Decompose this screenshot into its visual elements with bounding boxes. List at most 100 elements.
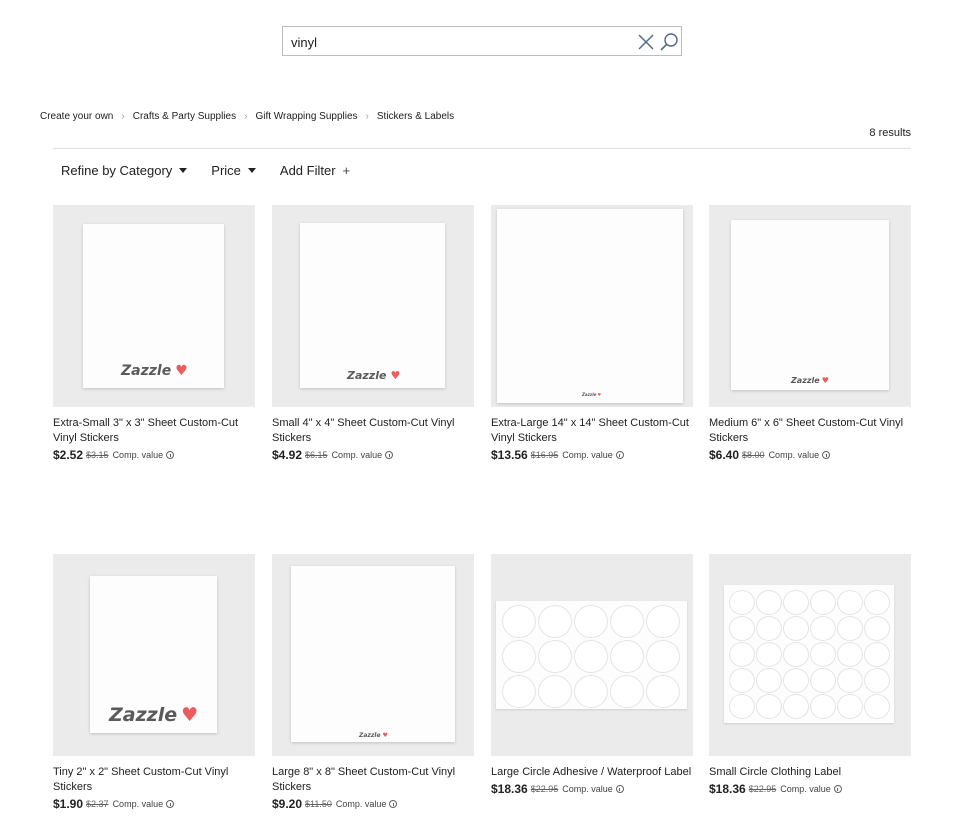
original-price: $2.37 [86, 799, 109, 809]
product-card[interactable]: Zazzle ♥ Medium 6" x 6" Sheet Custom-Cut … [709, 205, 911, 462]
circle-labels [502, 605, 680, 708]
info-icon[interactable] [385, 451, 394, 459]
original-price: $11.50 [305, 799, 332, 809]
product-card[interactable]: Large Circle Adhesive / Waterproof Label… [491, 554, 693, 796]
product-title[interactable]: Extra-Small 3" x 3" Sheet Custom-Cut Vin… [53, 416, 255, 446]
price-line: $2.52 $3.15 Comp. value [53, 448, 255, 462]
circle-label [837, 642, 863, 667]
product-card[interactable]: Small Circle Clothing Label $18.36 $22.9… [709, 554, 911, 796]
circle-labels [729, 590, 890, 719]
zazzle-logo: Zazzle ♥ [121, 363, 188, 379]
product-image[interactable]: Zazzle ♥ [272, 554, 474, 756]
circle-label [756, 616, 782, 641]
circle-label [729, 642, 755, 667]
heart-icon: ♥ [382, 732, 388, 739]
product-card[interactable]: Zazzle ♥ Extra-Large 14" x 14" Sheet Cust… [491, 205, 693, 462]
product-image[interactable]: Zazzle ♥ [53, 554, 255, 756]
circle-label [783, 590, 809, 615]
comp-value-label: Comp. value [335, 799, 387, 809]
circle-label [646, 605, 680, 638]
circle-label [610, 675, 644, 708]
label-sheet [496, 601, 687, 709]
caret-down-icon [247, 168, 256, 173]
info-icon[interactable] [389, 800, 398, 808]
circle-label [610, 640, 644, 673]
circle-label [864, 590, 890, 615]
info-icon[interactable] [833, 785, 842, 793]
product-image[interactable] [709, 554, 911, 756]
zazzle-logo: Zazzle ♥ [791, 376, 829, 385]
product-image[interactable]: Zazzle ♥ [272, 205, 474, 407]
product-card[interactable]: Zazzle ♥ Large 8" x 8" Sheet Custom-Cut V… [272, 554, 474, 811]
product-card[interactable]: Zazzle ♥ Tiny 2" x 2" Sheet Custom-Cut Vi… [53, 554, 255, 811]
circle-label [729, 616, 755, 641]
comp-value-label: Comp. value [331, 450, 383, 460]
product-image[interactable]: Zazzle ♥ [491, 205, 693, 407]
info-icon[interactable] [166, 451, 175, 459]
breadcrumb-stickers-labels[interactable]: Stickers & Labels [377, 111, 454, 122]
breadcrumb-gift-wrapping-supplies[interactable]: Gift Wrapping Supplies [255, 111, 357, 122]
search-input[interactable] [291, 32, 621, 52]
info-icon[interactable] [615, 451, 624, 459]
circle-label [574, 640, 608, 673]
result-count: 8 results [869, 127, 911, 139]
circle-label [810, 590, 836, 615]
comp-value-label: Comp. value [768, 450, 820, 460]
info-icon[interactable] [822, 451, 831, 459]
filter-label: Refine by Category [61, 163, 173, 178]
circle-label [756, 642, 782, 667]
price-filter[interactable]: Price [211, 163, 256, 178]
product-card[interactable]: Zazzle ♥ Small 4" x 4" Sheet Custom-Cut V… [272, 205, 474, 462]
add-filter-button[interactable]: Add Filter + [280, 163, 350, 178]
chevron-right-icon: › [365, 111, 369, 122]
filter-label: Add Filter [279, 163, 336, 178]
product-title[interactable]: Tiny 2" x 2" Sheet Custom-Cut Vinyl Stic… [53, 765, 255, 795]
product-card[interactable]: Zazzle ♥ Extra-Small 3" x 3" Sheet Custom… [53, 205, 255, 462]
comp-value-label: Comp. value [112, 450, 164, 460]
filter-bar: Refine by Category Price Add Filter + [61, 163, 374, 178]
circle-label [502, 640, 536, 673]
product-title[interactable]: Large Circle Adhesive / Waterproof Label [491, 765, 693, 780]
product-title[interactable]: Small Circle Clothing Label [709, 765, 911, 780]
zazzle-logo: Zazzle ♥ [109, 704, 199, 726]
search-button[interactable] [658, 31, 680, 53]
price-line: $13.56 $16.95 Comp. value [491, 448, 693, 462]
circle-label [810, 694, 836, 719]
circle-label [864, 694, 890, 719]
circle-label [810, 642, 836, 667]
product-price: $18.36 [709, 782, 746, 796]
product-title[interactable]: Small 4" x 4" Sheet Custom-Cut Vinyl Sti… [272, 416, 474, 446]
circle-label [864, 668, 890, 693]
product-title[interactable]: Large 8" x 8" Sheet Custom-Cut Vinyl Sti… [272, 765, 474, 795]
circle-label [756, 668, 782, 693]
product-title[interactable]: Medium 6" x 6" Sheet Custom-Cut Vinyl St… [709, 416, 911, 446]
breadcrumb-crafts-party-supplies[interactable]: Crafts & Party Supplies [133, 111, 236, 122]
product-title[interactable]: Extra-Large 14" x 14" Sheet Custom-Cut V… [491, 416, 693, 446]
product-image[interactable] [491, 554, 693, 756]
original-price: $8.00 [742, 450, 765, 460]
circle-label [783, 642, 809, 667]
circle-label [646, 640, 680, 673]
circle-label [502, 605, 536, 638]
clear-search-button[interactable] [635, 31, 657, 53]
info-icon[interactable] [166, 800, 175, 808]
circle-label [538, 640, 572, 673]
circle-label [783, 616, 809, 641]
zazzle-logo: Zazzle ♥ [359, 732, 388, 739]
product-price: $6.40 [709, 448, 740, 462]
heart-icon: ♥ [181, 704, 199, 726]
refine-by-category-filter[interactable]: Refine by Category [61, 163, 188, 178]
product-image[interactable]: Zazzle ♥ [709, 205, 911, 407]
comp-value-label: Comp. value [562, 784, 613, 794]
circle-label [610, 605, 644, 638]
label-sheet [724, 585, 894, 723]
circle-label [837, 694, 863, 719]
circle-label [729, 590, 755, 615]
product-image[interactable]: Zazzle ♥ [53, 205, 255, 407]
circle-label [756, 590, 782, 615]
sticker-sheet: Zazzle ♥ [83, 224, 224, 388]
circle-label [810, 668, 836, 693]
circle-label [837, 590, 863, 615]
info-icon[interactable] [615, 785, 624, 793]
breadcrumb-create-your-own[interactable]: Create your own [40, 111, 113, 122]
